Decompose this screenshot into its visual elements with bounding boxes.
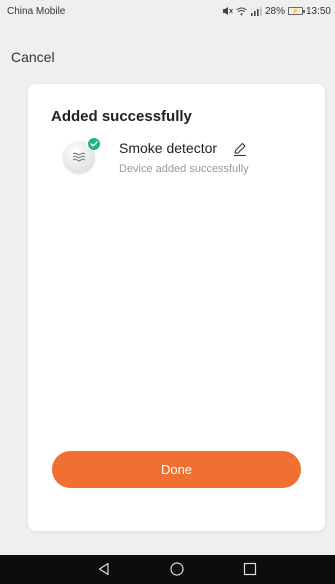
device-icon-wrapper xyxy=(63,137,101,173)
signal-icon xyxy=(250,6,262,16)
check-badge-icon xyxy=(87,137,101,151)
status-icons: 28% ⚡ 13:50 xyxy=(222,6,331,17)
mute-icon xyxy=(222,7,233,15)
recents-icon[interactable] xyxy=(242,561,258,577)
card-title: Added successfully xyxy=(51,108,192,125)
home-icon[interactable] xyxy=(169,561,185,577)
back-icon[interactable] xyxy=(96,561,112,577)
done-button[interactable]: Done xyxy=(52,451,301,488)
success-card: Added successfully Smoke detector Device… xyxy=(28,84,325,531)
device-name: Smoke detector xyxy=(119,140,218,156)
carrier-name: China Mobile xyxy=(7,5,66,17)
clock-time: 13:50 xyxy=(305,5,331,17)
pencil-edit-icon[interactable] xyxy=(232,141,248,157)
navigation-bar xyxy=(0,555,335,584)
status-bar: China Mobile 28% ⚡ 13:50 xyxy=(0,0,335,22)
cancel-button[interactable]: Cancel xyxy=(11,49,55,65)
wifi-icon xyxy=(236,7,247,15)
done-button-label: Done xyxy=(160,462,193,477)
battery-percent: 28% xyxy=(264,5,285,17)
device-status: Device added successfully xyxy=(119,163,249,175)
battery-icon: ⚡ xyxy=(287,7,305,15)
